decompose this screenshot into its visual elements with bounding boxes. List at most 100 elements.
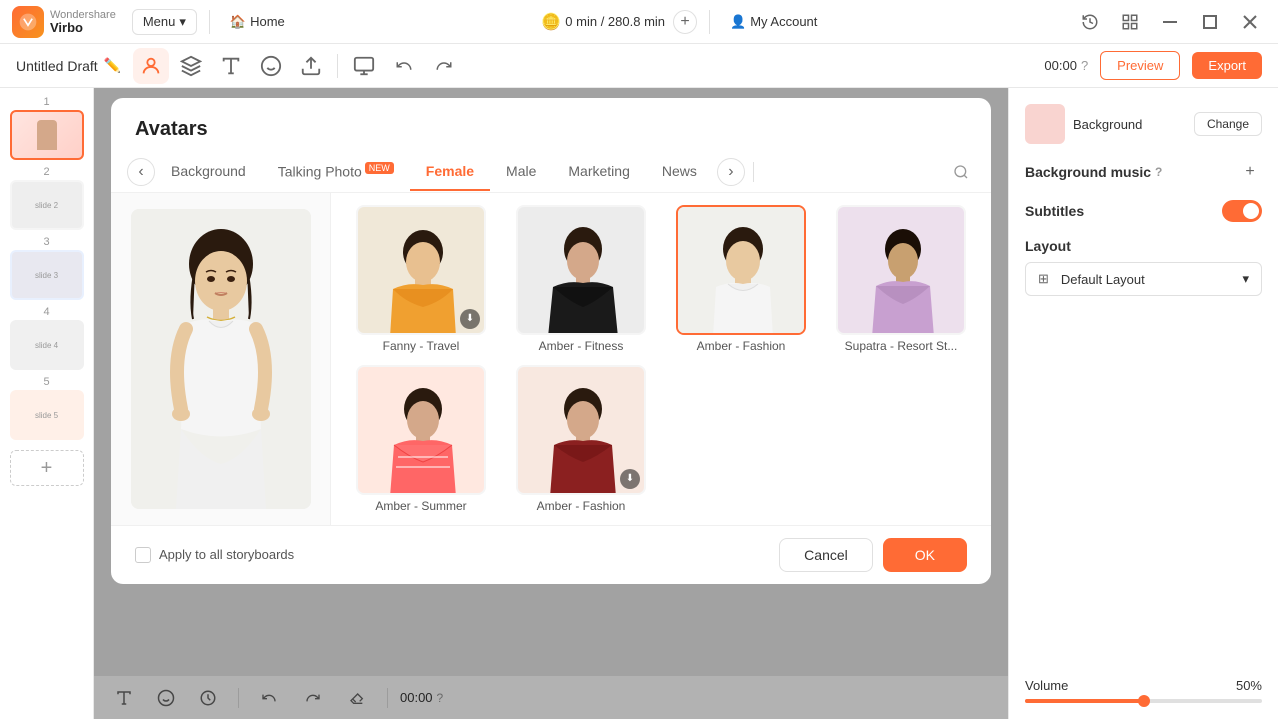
upload-tool-button[interactable] [293, 48, 329, 84]
layout-section: Layout ⊞ Default Layout ▾ [1025, 238, 1262, 296]
volume-section: Volume 50% [1025, 678, 1262, 703]
my-account-label: My Account [750, 14, 817, 29]
minimize-button[interactable] [1154, 6, 1186, 38]
ok-button[interactable]: OK [883, 538, 967, 572]
slide-3-thumb[interactable]: slide 3 [10, 250, 84, 300]
close-button[interactable] [1234, 6, 1266, 38]
slide-2-num: 2 [43, 166, 49, 178]
edit-icon[interactable]: ✏️ [104, 57, 121, 74]
tab-next-button[interactable]: › [717, 158, 745, 186]
apply-all-checkbox[interactable]: Apply to all storyboards [135, 547, 294, 563]
logo-sub: Virbo [50, 21, 116, 34]
help-icon[interactable]: ? [1081, 58, 1088, 73]
avatars-modal: Avatars ‹ Background Talking PhotoNEW Fe… [111, 98, 991, 584]
bg-music-label: Background music ? [1025, 164, 1162, 180]
search-icon[interactable] [947, 158, 975, 186]
slide-3-num: 3 [43, 236, 49, 248]
menu-button[interactable]: Menu ▾ [132, 9, 197, 35]
export-button[interactable]: Export [1192, 52, 1262, 79]
layout-value: Default Layout [1061, 272, 1145, 287]
home-button[interactable]: 🏠 Home [222, 10, 293, 34]
right-panel: Background Change Background music ? + S… [1008, 88, 1278, 719]
avatar-card-amber-fitness[interactable]: Amber - Fitness [507, 205, 655, 353]
modal-overlay: Avatars ‹ Background Talking PhotoNEW Fe… [94, 88, 1008, 719]
slide-1-num: 1 [43, 96, 49, 108]
my-account-button[interactable]: 👤 My Account [722, 10, 825, 34]
avatar-card-amber-fashion-1[interactable]: Amber - Fashion [667, 205, 815, 353]
secondbar: Untitled Draft ✏️ 00:00 ? [0, 44, 1278, 88]
slide-3-wrapper: 3 slide 3 [10, 236, 84, 300]
download-icon-1: ⬇ [460, 309, 480, 329]
modal-tabs: ‹ Background Talking PhotoNEW Female Mal… [111, 153, 991, 193]
volume-slider[interactable] [1025, 699, 1262, 703]
modal-body: ⬇ Fanny - Travel [111, 193, 991, 525]
draft-title-area: Untitled Draft ✏️ [16, 57, 121, 74]
emoji-tool-button[interactable] [253, 48, 289, 84]
avatar-4-image [836, 205, 966, 335]
preview-button[interactable]: Preview [1100, 51, 1180, 80]
subtitles-row: Subtitles [1025, 200, 1262, 222]
topbar: Wondershare Virbo Menu ▾ 🏠 Home 🪙 0 min … [0, 0, 1278, 44]
account-icon: 👤 [730, 14, 746, 30]
canvas-area: Avatars ‹ Background Talking PhotoNEW Fe… [94, 88, 1008, 719]
cancel-button[interactable]: Cancel [779, 538, 873, 572]
add-time-button[interactable]: + [673, 10, 697, 34]
slide-4-num: 4 [43, 306, 49, 318]
background-row: Background Change [1025, 104, 1262, 144]
divider [209, 10, 210, 34]
tab-male[interactable]: Male [490, 153, 552, 191]
avatar-card-amber-summer[interactable]: Amber - Summer [347, 365, 495, 513]
logo-icon [12, 6, 44, 38]
avatar-preview-panel [111, 193, 331, 525]
divider2 [709, 10, 710, 34]
logo-area: Wondershare Virbo [12, 6, 116, 38]
coin-icon: 🪙 [541, 12, 561, 32]
avatar-card-supatra[interactable]: Supatra - Resort St... [827, 205, 975, 353]
subtitles-section: Subtitles [1025, 200, 1262, 222]
toolbar-divider [337, 54, 338, 78]
maximize-button[interactable] [1194, 6, 1226, 38]
text-tool-button[interactable] [213, 48, 249, 84]
slide-4-thumb[interactable]: slide 4 [10, 320, 84, 370]
home-icon: 🏠 [230, 14, 246, 30]
tab-background[interactable]: Background [155, 153, 262, 191]
avatar-card-amber-fashion-2[interactable]: ⬇ Amber - Fashion [507, 365, 655, 513]
tab-talking-photo[interactable]: Talking PhotoNEW [262, 153, 410, 192]
tab-marketing[interactable]: Marketing [552, 153, 645, 191]
main-area: 1 2 slide 2 3 slide 3 4 slide 4 [0, 88, 1278, 719]
slide-5-thumb[interactable]: slide 5 [10, 390, 84, 440]
tab-prev-button[interactable]: ‹ [127, 158, 155, 186]
avatar-3-image [676, 205, 806, 335]
new-badge: NEW [365, 162, 394, 174]
menu-label: Menu [143, 14, 176, 29]
grid-button[interactable] [1114, 6, 1146, 38]
avatar-1-name: Fanny - Travel [383, 339, 460, 353]
info-icon[interactable]: ? [1155, 165, 1162, 179]
layout-dropdown[interactable]: ⊞ Default Layout ▾ [1025, 262, 1262, 296]
checkbox-input[interactable] [135, 547, 151, 563]
volume-thumb[interactable] [1138, 695, 1150, 707]
tab-female[interactable]: Female [410, 153, 490, 191]
download-icon-6: ⬇ [620, 469, 640, 489]
slide-1-thumb[interactable] [10, 110, 84, 160]
slides-panel: 1 2 slide 2 3 slide 3 4 slide 4 [0, 88, 94, 719]
undo-button[interactable] [386, 48, 422, 84]
add-slide-button[interactable]: + [10, 450, 84, 486]
avatar-card-fanny-travel[interactable]: ⬇ Fanny - Travel [347, 205, 495, 353]
style-tool-button[interactable] [173, 48, 209, 84]
tab-news[interactable]: News [646, 153, 713, 191]
volume-value: 50% [1236, 678, 1262, 693]
change-background-button[interactable]: Change [1194, 112, 1262, 136]
subtitles-toggle[interactable] [1222, 200, 1262, 222]
storyboard-button[interactable] [346, 48, 382, 84]
volume-row: Volume 50% [1025, 678, 1262, 693]
history-button[interactable] [1074, 6, 1106, 38]
add-music-button[interactable]: + [1238, 160, 1262, 184]
avatar-tool-button[interactable] [133, 48, 169, 84]
tab-divider [753, 162, 754, 182]
layout-title: Layout [1025, 238, 1262, 254]
slide-2-thumb[interactable]: slide 2 [10, 180, 84, 230]
bg-music-row: Background music ? + [1025, 160, 1262, 184]
background-section: Background Change [1025, 104, 1262, 144]
redo-button[interactable] [426, 48, 462, 84]
